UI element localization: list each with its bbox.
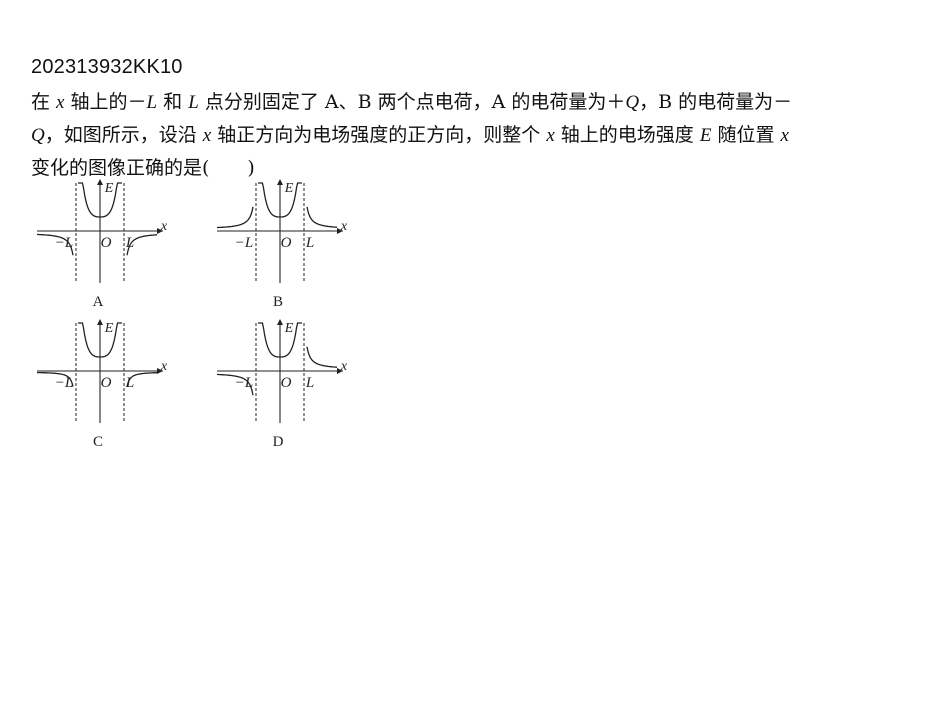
neg-L-label: −L bbox=[235, 235, 253, 251]
option-label: A bbox=[93, 294, 104, 310]
pos-L-label: L bbox=[125, 375, 134, 391]
graph-option-A: Ex O −L L A bbox=[36, 179, 168, 310]
text-segment: Q bbox=[625, 92, 640, 113]
y-axis-label: E bbox=[284, 321, 294, 336]
text-segment: ，B 的电荷量为－ bbox=[639, 91, 793, 113]
question-line-2: Q，如图所示，设沿 x 轴正方向为电场强度的正方向，则整个 x 轴上的电场强度 … bbox=[31, 119, 911, 152]
x-axis-label: x bbox=[160, 359, 168, 374]
right-branch-curve bbox=[306, 346, 337, 368]
origin-label: O bbox=[281, 235, 292, 251]
text-segment: E bbox=[699, 125, 712, 146]
question-line-1: 在 x 轴上的－L 和 L 点分别固定了 A、B 两个点电荷，A 的电荷量为＋Q… bbox=[31, 86, 911, 119]
origin-label: O bbox=[101, 235, 112, 251]
text-segment: 轴正方向为电场强度的正方向，则整个 bbox=[211, 124, 547, 146]
y-axis-arrow-icon bbox=[277, 179, 283, 185]
option-label: B bbox=[273, 294, 283, 310]
pos-L-label: L bbox=[305, 375, 314, 391]
y-axis-arrow-icon bbox=[97, 179, 103, 185]
text-segment: L bbox=[188, 92, 199, 113]
pos-L-label: L bbox=[305, 235, 314, 251]
text-segment: 在 bbox=[31, 91, 57, 113]
option-label: D bbox=[273, 434, 284, 450]
text-segment: L bbox=[146, 92, 158, 113]
y-axis-label: E bbox=[104, 181, 114, 196]
y-axis-label: E bbox=[104, 321, 114, 336]
text-segment: x bbox=[780, 125, 789, 146]
graph-option-D: Ex O −L L D bbox=[216, 319, 348, 450]
neg-L-label: −L bbox=[55, 375, 73, 391]
x-axis-label: x bbox=[340, 359, 348, 374]
text-segment: 变化的图像正确的是( ) bbox=[31, 157, 255, 179]
question-id: 202313932KK10 bbox=[31, 56, 183, 78]
option-label: C bbox=[93, 434, 103, 450]
y-axis-arrow-icon bbox=[97, 319, 103, 325]
neg-L-label: −L bbox=[55, 235, 73, 251]
x-axis-label: x bbox=[160, 219, 168, 234]
answer-options-figure: Ex O −L L A Ex O −L L B Ex O −L L C Ex O −L L D bbox=[30, 178, 370, 458]
left-branch-curve bbox=[216, 206, 254, 229]
question-text: 在 x 轴上的－L 和 L 点分别固定了 A、B 两个点电荷，A 的电荷量为＋Q… bbox=[31, 86, 911, 184]
text-segment: Q bbox=[31, 125, 45, 146]
text-segment: 随位置 bbox=[711, 124, 781, 146]
text-segment: 轴上的电场强度 bbox=[554, 124, 700, 146]
origin-label: O bbox=[101, 375, 112, 391]
text-segment: x bbox=[202, 125, 212, 146]
text-segment: x bbox=[546, 125, 555, 146]
origin-label: O bbox=[281, 375, 292, 391]
graph-option-C: Ex O −L L C bbox=[36, 319, 168, 450]
x-axis-label: x bbox=[340, 219, 348, 234]
right-branch-curve bbox=[306, 206, 337, 228]
pos-L-label: L bbox=[125, 235, 134, 251]
y-axis-arrow-icon bbox=[277, 319, 283, 325]
text-segment: 和 bbox=[157, 91, 189, 113]
text-segment: ，如图所示，设沿 bbox=[44, 124, 203, 146]
graph-option-B: Ex O −L L B bbox=[216, 179, 348, 310]
text-segment: 点分别固定了 A、B 两个点电荷，A 的电荷量为＋ bbox=[198, 91, 626, 113]
neg-L-label: −L bbox=[235, 375, 253, 391]
y-axis-label: E bbox=[284, 181, 294, 196]
text-segment: 轴上的－ bbox=[64, 91, 147, 113]
graphs-svg: ExO−L LAExO−L LBExO−L LCExO−L LD bbox=[36, 179, 348, 450]
